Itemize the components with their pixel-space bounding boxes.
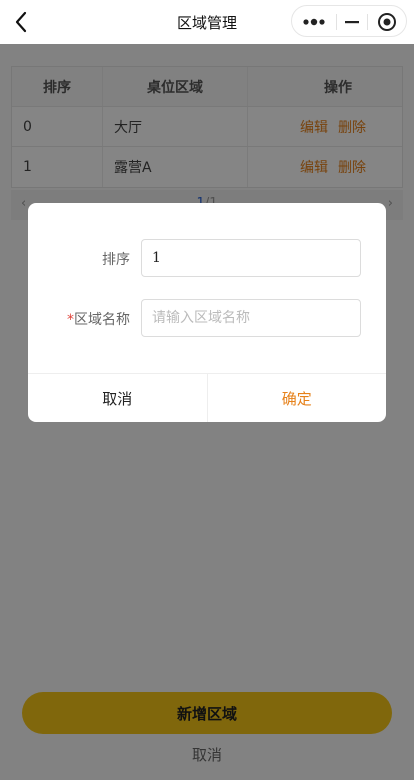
minimize-icon[interactable] (342, 12, 362, 32)
order-input[interactable] (141, 239, 361, 277)
navigation-bar: 区域管理 (0, 0, 414, 44)
more-dots-icon[interactable] (302, 12, 326, 32)
dialog-footer: 取消 确定 (28, 373, 386, 422)
area-name-label: *区域名称 (67, 309, 130, 329)
dialog-cancel-button[interactable]: 取消 (28, 374, 208, 422)
area-edit-dialog: 排序 *区域名称 取消 确定 (28, 203, 386, 422)
close-target-icon[interactable] (376, 11, 398, 33)
area-name-label-text: 区域名称 (74, 312, 130, 328)
area-name-field: *区域名称 (28, 299, 386, 337)
order-field: 排序 (28, 239, 386, 277)
order-label: 排序 (102, 252, 130, 268)
area-name-input[interactable] (141, 299, 361, 337)
dialog-confirm-button[interactable]: 确定 (208, 374, 387, 422)
required-mark: * (67, 312, 74, 328)
capsule-menu (291, 5, 407, 37)
